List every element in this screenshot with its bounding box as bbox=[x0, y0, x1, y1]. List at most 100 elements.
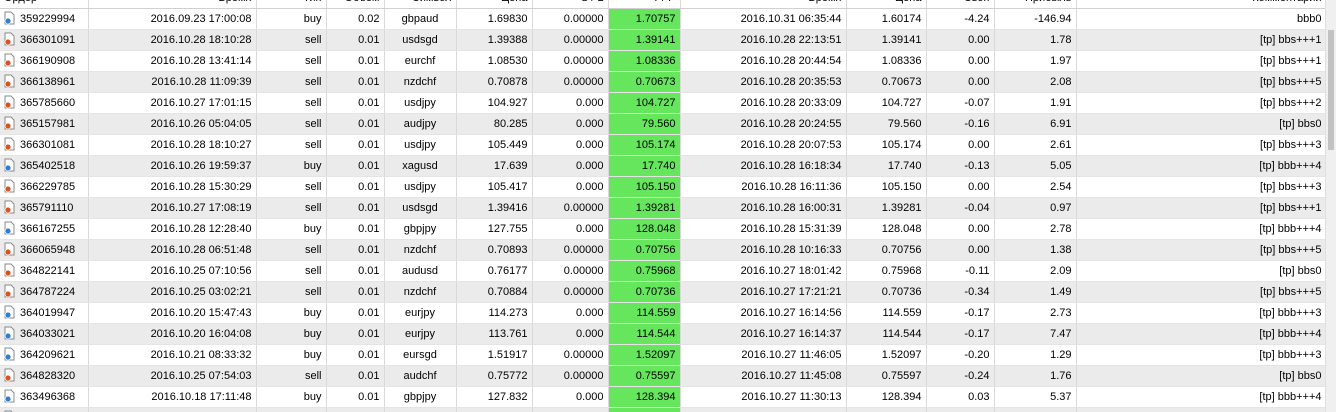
profit-cell: 2.73 bbox=[994, 302, 1077, 324]
symbol-cell: nzdchf bbox=[384, 239, 457, 261]
swap-cell: -0.17 bbox=[926, 323, 995, 345]
open-time-cell: 2016.10.21 08:33:32 bbox=[88, 344, 257, 366]
table-row[interactable]: 365157981 2016.10.26 05:04:05 sell 0.01 audj… bbox=[0, 113, 1327, 135]
tp-cell: 1.39141 bbox=[608, 29, 681, 51]
table-row[interactable]: 366301081 2016.10.28 18:10:27 sell 0.01 usdj… bbox=[0, 134, 1327, 156]
comment-cell: [tp] bbb+++4 bbox=[1076, 218, 1327, 240]
table-row[interactable]: 365785660 2016.10.27 17:01:15 sell 0.01 usdj… bbox=[0, 92, 1327, 114]
volume-cell: 0.01 bbox=[326, 260, 385, 282]
table-row[interactable]: 359229994 2016.09.23 17:00:08 buy 0.02 gbpau… bbox=[0, 8, 1327, 30]
volume-cell: 0.01 bbox=[326, 239, 385, 261]
close-price-cell: 1.39141 bbox=[846, 29, 927, 51]
sell-order-icon bbox=[4, 263, 16, 277]
table-row[interactable]: 3649699582016.10.25 16:03:04sell0.01eurg… bbox=[0, 407, 1327, 412]
open-time-cell: 2016.10.28 15:30:29 bbox=[88, 176, 257, 198]
table-row[interactable]: 364019947 2016.10.20 15:47:43 buy 0.01 eurjp… bbox=[0, 302, 1327, 324]
table-row[interactable]: 366138961 2016.10.28 11:09:39 sell 0.01 nzdc… bbox=[0, 71, 1327, 93]
vertical-scrollbar[interactable] bbox=[1325, 0, 1336, 412]
table-row[interactable]: 364787224 2016.10.25 03:02:21 sell 0.01 nzdc… bbox=[0, 281, 1327, 303]
open-price-cell: 1.39416 bbox=[456, 197, 533, 219]
open-time-cell: 2016.10.20 15:47:43 bbox=[88, 302, 257, 324]
comment-cell: [tp] bbs+++5 bbox=[1076, 239, 1327, 261]
ticket-number: 366301091 bbox=[20, 34, 76, 46]
table-row[interactable]: 366065948 2016.10.28 06:51:48 sell 0.01 nzdc… bbox=[0, 239, 1327, 261]
open-price-cell: 1.39388 bbox=[456, 29, 533, 51]
volume-cell: 0.01 bbox=[326, 386, 385, 408]
sell-order-icon bbox=[4, 116, 16, 130]
comment-cell: [tp] bbb+++4 bbox=[1076, 155, 1327, 177]
ticket-cell: 363496368 bbox=[0, 386, 89, 408]
close-price-cell: 0.75597 bbox=[846, 365, 927, 387]
close-price-cell: 1.39281 bbox=[846, 197, 927, 219]
table-row[interactable]: 364033021 2016.10.20 16:04:08 buy 0.01 eurjp… bbox=[0, 323, 1327, 345]
column-header-comment[interactable]: Комментарий bbox=[1076, 0, 1327, 9]
open-price-cell: 0.76177 bbox=[456, 260, 533, 282]
ticket-cell: 364828320 bbox=[0, 365, 89, 387]
ticket-cell: 366167255 bbox=[0, 218, 89, 240]
ticket-number: 363496368 bbox=[20, 391, 76, 403]
open-time-cell: 2016.10.25 03:02:21 bbox=[88, 281, 257, 303]
column-header-tp[interactable]: T / P bbox=[608, 0, 681, 9]
type-cell: sell bbox=[256, 407, 327, 412]
symbol-cell: gbpjpy bbox=[384, 218, 457, 240]
volume-cell: 0.01 bbox=[326, 92, 385, 114]
type-cell: buy bbox=[256, 344, 327, 366]
table-row[interactable]: 366190908 2016.10.28 13:41:14 sell 0.01 eurc… bbox=[0, 50, 1327, 72]
symbol-cell: eurchf bbox=[384, 50, 457, 72]
open-price-cell: 105.449 bbox=[456, 134, 533, 156]
column-header-swap[interactable]: Своп bbox=[926, 0, 995, 9]
column-header-close-time[interactable]: Время bbox=[680, 0, 847, 9]
table-row[interactable]: 365791110 2016.10.27 17:08:19 sell 0.01 usds… bbox=[0, 197, 1327, 219]
type-cell: sell bbox=[256, 134, 327, 156]
ticket-cell: 366301091 bbox=[0, 29, 89, 51]
close-price-cell: 1.08336 bbox=[846, 50, 927, 72]
profit-cell: -146.94 bbox=[994, 8, 1077, 30]
ticket-number: 366167255 bbox=[20, 223, 76, 235]
column-header-open-time[interactable]: Время bbox=[88, 0, 257, 9]
table-row[interactable]: 363496368 2016.10.18 17:11:48 buy 0.01 gbpjp… bbox=[0, 386, 1327, 408]
table-row[interactable]: 364822141 2016.10.25 07:10:56 sell 0.01 audu… bbox=[0, 260, 1327, 282]
buy-order-icon bbox=[4, 326, 16, 340]
column-header-order[interactable]: Ордер bbox=[0, 0, 89, 9]
column-header-close-price[interactable]: Цена bbox=[846, 0, 927, 9]
column-header-sl[interactable]: S / L bbox=[532, 0, 609, 9]
ticket-number: 366190908 bbox=[20, 55, 76, 67]
symbol-cell: nzdchf bbox=[384, 71, 457, 93]
symbol-cell: nzdchf bbox=[384, 281, 457, 303]
table-row[interactable]: 365402518 2016.10.26 19:59:37 buy 0.01 xagus… bbox=[0, 155, 1327, 177]
column-header-profit[interactable]: Прибыль bbox=[994, 0, 1077, 9]
type-cell: sell bbox=[256, 365, 327, 387]
tp-cell: 0.75968 bbox=[608, 260, 681, 282]
volume-cell: 0.01 bbox=[326, 113, 385, 135]
sl-cell: 0.00000 bbox=[532, 407, 609, 412]
column-header-volume[interactable]: Объем bbox=[326, 0, 385, 9]
sell-order-icon bbox=[4, 179, 16, 193]
ticket-number: 364019947 bbox=[20, 307, 76, 319]
ticket-cell: 366301081 bbox=[0, 134, 89, 156]
open-time-cell: 2016.10.28 12:28:40 bbox=[88, 218, 257, 240]
ticket-cell: 364019947 bbox=[0, 302, 89, 324]
comment-cell: [tp] bbs+++2 bbox=[1076, 92, 1327, 114]
table-row[interactable]: 366229785 2016.10.28 15:30:29 sell 0.01 usdj… bbox=[0, 176, 1327, 198]
comment-cell: [tp] bbs0 bbox=[1076, 365, 1327, 387]
table-row[interactable]: 366301091 2016.10.28 18:10:28 sell 0.01 usds… bbox=[0, 29, 1327, 51]
table-row[interactable]: 364209621 2016.10.21 08:33:32 buy 0.01 eursg… bbox=[0, 344, 1327, 366]
column-header-symbol[interactable]: Символ bbox=[384, 0, 457, 9]
table-row[interactable]: 366167255 2016.10.28 12:28:40 buy 0.01 gbpjp… bbox=[0, 218, 1327, 240]
sl-cell: 0.000 bbox=[532, 134, 609, 156]
column-header-open-price[interactable]: Цена bbox=[456, 0, 533, 9]
close-time-cell: 2016.10.27 17:21:21 bbox=[680, 281, 847, 303]
tp-cell: 114.544 bbox=[608, 323, 681, 345]
swap-cell: 0.00 bbox=[926, 71, 995, 93]
tp-cell: 1.52097 bbox=[608, 344, 681, 366]
symbol-cell: audchf bbox=[384, 365, 457, 387]
scrollbar-thumb[interactable] bbox=[1328, 30, 1334, 150]
table-row[interactable]: 364828320 2016.10.25 07:54:03 sell 0.01 audc… bbox=[0, 365, 1327, 387]
column-header-type[interactable]: Тип bbox=[256, 0, 327, 9]
ticket-cell: 359229994 bbox=[0, 8, 89, 30]
volume-cell: 0.02 bbox=[326, 8, 385, 30]
type-cell: buy bbox=[256, 155, 327, 177]
profit-cell: 2.78 bbox=[994, 218, 1077, 240]
close-price-cell: 0.70736 bbox=[846, 281, 927, 303]
close-price-cell: 0.70673 bbox=[846, 71, 927, 93]
